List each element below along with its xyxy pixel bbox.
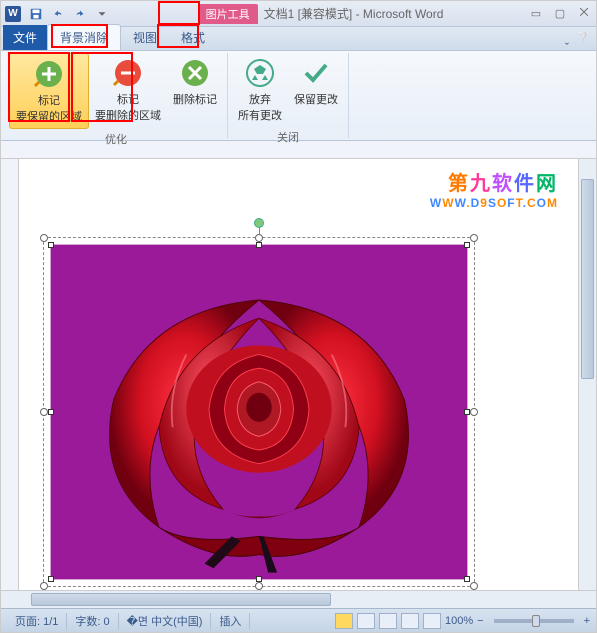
undo-button[interactable] xyxy=(48,4,68,24)
watermark-url: WWW.D9SOFT.COM xyxy=(430,196,558,210)
qat-dropdown[interactable] xyxy=(92,4,112,24)
ribbon-tabs: 文件 背景消除 视图 格式 ˬ ❔ xyxy=(1,27,596,51)
view-fullscreen[interactable] xyxy=(357,613,375,629)
tab-view[interactable]: 视图 xyxy=(121,25,169,50)
zoom-in-button[interactable]: + xyxy=(584,615,590,627)
status-language[interactable]: �면 中文(中国) xyxy=(119,613,212,629)
view-print-layout[interactable] xyxy=(335,613,353,629)
crop-handle[interactable] xyxy=(464,242,470,248)
document-title: 文档1 [兼容模式] - Microsoft Word xyxy=(264,5,444,22)
scrollbar-thumb[interactable] xyxy=(31,593,331,606)
zoom-level[interactable]: 100% xyxy=(445,615,473,627)
vertical-ruler[interactable] xyxy=(1,159,19,590)
keep-changes-button[interactable]: 保留更改 xyxy=(288,53,344,127)
crop-handle[interactable] xyxy=(48,409,54,415)
crop-marquee[interactable] xyxy=(50,244,468,580)
word-app-icon[interactable]: W xyxy=(5,6,21,22)
view-draft[interactable] xyxy=(423,613,441,629)
minus-circle-icon xyxy=(112,57,144,89)
ribbon: 标记 要保留的区域 标记 要删除的区域 删除标记 优化 xyxy=(1,51,596,141)
ribbon-minimize-icon[interactable]: ˬ xyxy=(565,31,569,45)
group-label-refine: 优化 xyxy=(105,129,127,149)
scrollbar-thumb[interactable] xyxy=(581,179,594,379)
resize-handle[interactable] xyxy=(470,408,478,416)
crop-handle[interactable] xyxy=(48,242,54,248)
group-label-close: 关闭 xyxy=(277,127,299,147)
label: 删除标记 xyxy=(173,91,217,107)
status-insert-mode[interactable]: 插入 xyxy=(211,613,250,629)
mark-remove-button[interactable]: 标记 要删除的区域 xyxy=(89,53,167,129)
label-line2: 要删除的区域 xyxy=(95,107,161,123)
recycle-icon xyxy=(244,57,276,89)
resize-handle[interactable] xyxy=(40,582,48,590)
tab-file[interactable]: 文件 xyxy=(3,25,47,50)
mark-keep-button[interactable]: 标记 要保留的区域 xyxy=(9,53,89,129)
status-page[interactable]: 页面: 1/1 xyxy=(7,613,67,629)
view-outline[interactable] xyxy=(401,613,419,629)
label-line1: 标记 xyxy=(38,92,60,108)
zoom-slider[interactable] xyxy=(494,619,574,623)
crop-handle[interactable] xyxy=(48,576,54,582)
resize-handle[interactable] xyxy=(255,234,263,242)
ribbon-group-refine: 标记 要保留的区域 标记 要删除的区域 删除标记 优化 xyxy=(5,53,228,138)
discard-changes-button[interactable]: 放弃 所有更改 xyxy=(232,53,288,127)
watermark-cn: 第九软件网 xyxy=(430,167,558,196)
label-line1: 放弃 xyxy=(249,91,271,107)
crop-handle[interactable] xyxy=(256,242,262,248)
label-line1: 标记 xyxy=(117,91,139,107)
label-line2: 要保留的区域 xyxy=(16,108,82,124)
save-button[interactable] xyxy=(26,4,46,24)
resize-handle[interactable] xyxy=(40,408,48,416)
document-area[interactable]: 第九软件网 WWW.D9SOFT.COM xyxy=(19,159,578,590)
crop-handle[interactable] xyxy=(256,576,262,582)
status-word-count[interactable]: 字数: 0 xyxy=(67,613,118,629)
resize-handle[interactable] xyxy=(470,582,478,590)
statusbar: 页面: 1/1 字数: 0 �면 中文(中国) 插入 100% − + xyxy=(1,608,596,632)
delete-circle-icon xyxy=(179,57,211,89)
label-line2: 所有更改 xyxy=(238,107,282,123)
selected-image[interactable] xyxy=(43,237,475,587)
redo-button[interactable] xyxy=(70,4,90,24)
plus-circle-icon xyxy=(33,58,65,90)
zoom-slider-thumb[interactable] xyxy=(532,615,540,627)
vertical-scrollbar[interactable] xyxy=(578,159,596,590)
crop-handle[interactable] xyxy=(464,409,470,415)
close-button[interactable]: ⨉ xyxy=(576,6,592,22)
resize-handle[interactable] xyxy=(40,234,48,242)
help-icon[interactable]: ❔ xyxy=(575,31,590,45)
horizontal-scrollbar[interactable] xyxy=(1,590,596,608)
zoom-out-button[interactable]: − xyxy=(477,615,483,627)
crop-handle[interactable] xyxy=(464,576,470,582)
view-web[interactable] xyxy=(379,613,397,629)
ribbon-group-close: 放弃 所有更改 保留更改 关闭 xyxy=(228,53,349,138)
checkmark-icon xyxy=(300,57,332,89)
tab-format[interactable]: 格式 xyxy=(169,25,217,50)
maximize-button[interactable]: ▢ xyxy=(552,6,568,22)
tab-background-remove[interactable]: 背景消除 xyxy=(47,24,121,50)
delete-mark-button[interactable]: 删除标记 xyxy=(167,53,223,129)
resize-handle[interactable] xyxy=(255,582,263,590)
watermark: 第九软件网 WWW.D9SOFT.COM xyxy=(430,167,558,210)
label: 保留更改 xyxy=(294,91,338,107)
resize-handle[interactable] xyxy=(470,234,478,242)
rotation-handle[interactable] xyxy=(254,218,264,228)
picture-tools-contextual-tab: 图片工具 xyxy=(198,4,258,24)
minimize-button[interactable]: ▭ xyxy=(528,6,544,22)
